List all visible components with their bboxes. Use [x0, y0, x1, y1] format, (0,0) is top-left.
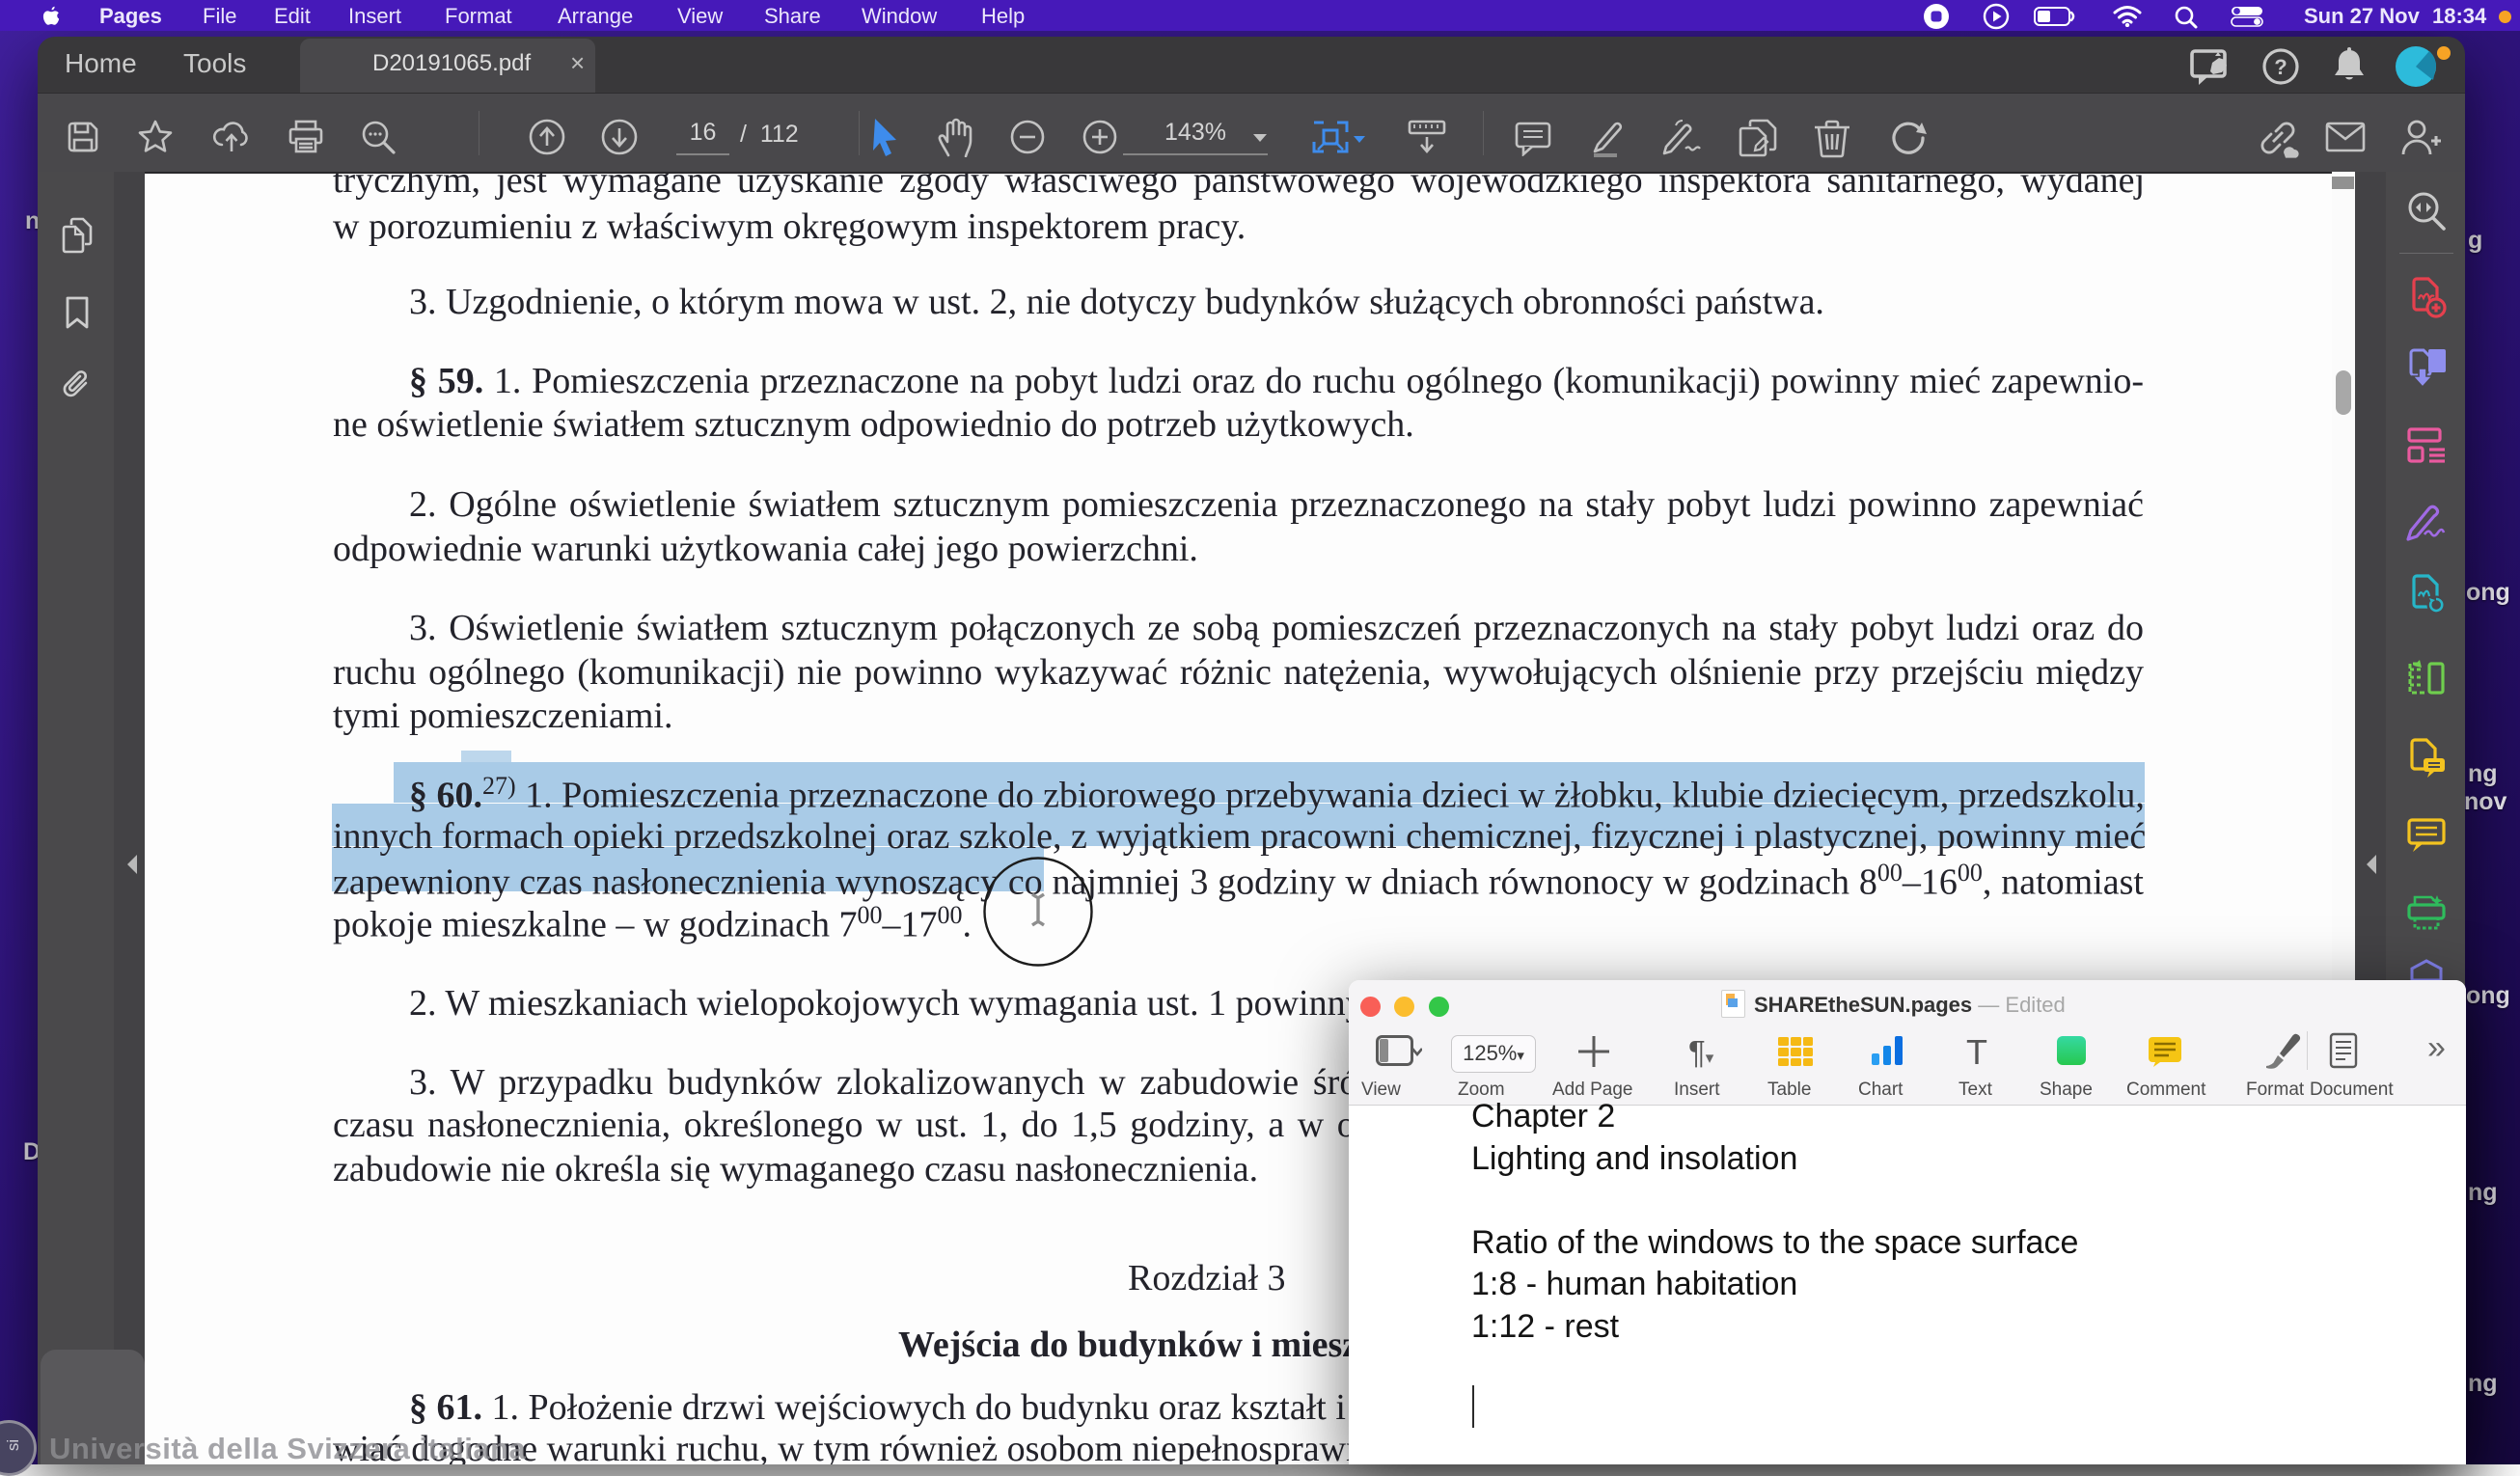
svg-text:?: ? [2274, 55, 2287, 79]
